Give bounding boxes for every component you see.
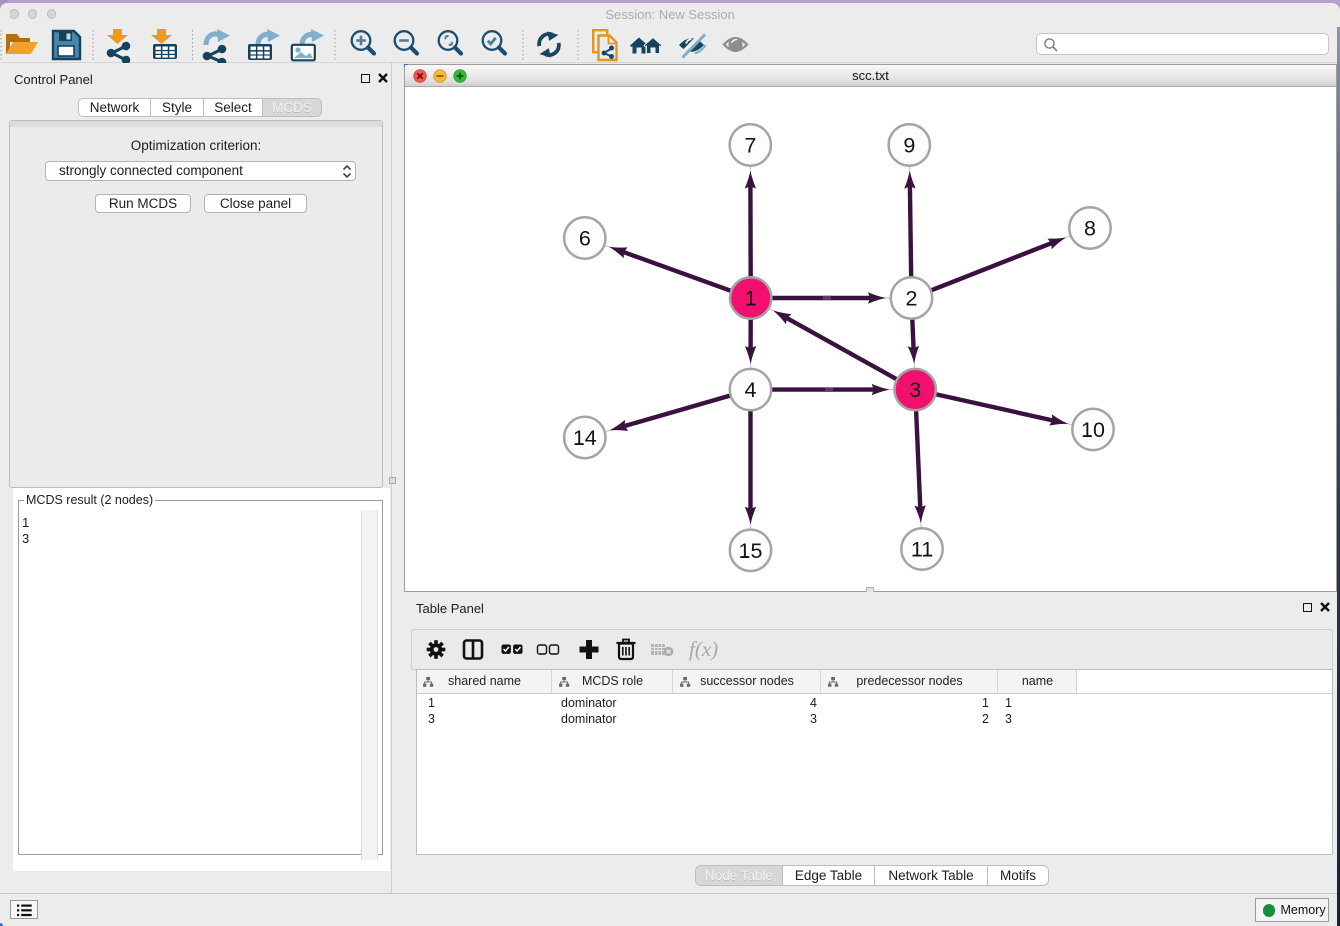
svg-text:14: 14	[573, 426, 597, 450]
svg-text:3: 3	[909, 378, 921, 402]
svg-text:9: 9	[903, 134, 915, 158]
svg-text:15: 15	[739, 539, 763, 563]
svg-text:7: 7	[744, 134, 756, 158]
svg-text:8: 8	[1084, 217, 1096, 241]
svg-text:6: 6	[579, 227, 591, 251]
svg-text:4: 4	[745, 378, 757, 402]
svg-text:f(x): f(x)	[689, 637, 718, 661]
svg-text:11: 11	[911, 538, 933, 562]
svg-text:10: 10	[1081, 418, 1105, 442]
svg-text:1: 1	[745, 287, 757, 311]
svg-text:2: 2	[906, 287, 918, 311]
